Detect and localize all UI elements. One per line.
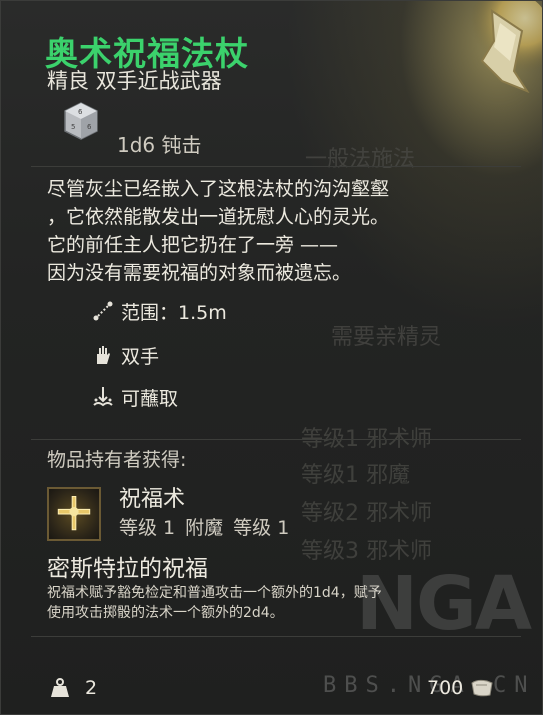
price-value: 700	[427, 677, 464, 699]
item-description: 尽管灰尘已经嵌入了这根法杖的沟沟壑壑 ，它依然能散发出一道抚慰人心的灵光。 它的…	[47, 175, 517, 287]
spell-level: 等级 1	[119, 517, 176, 539]
damage-label: 1d6 钝击	[117, 133, 202, 157]
item-subtitle: 精良 双手近战武器	[47, 69, 222, 93]
spell-name: 祝福术	[119, 487, 186, 512]
cross-icon	[57, 495, 91, 531]
price: 700	[427, 677, 495, 699]
weight-icon	[51, 678, 69, 697]
property-range[interactable]: 范围：1.5m	[91, 297, 227, 325]
weight-value: 2	[85, 677, 98, 699]
divider	[31, 439, 521, 440]
ghost-text: 等级2 邪术师	[301, 501, 432, 526]
property-label: 可蘸取	[121, 387, 179, 410]
item-tooltip: 一般法施法 需要亲精灵 等级1 邪术师 等级1 邪魔 等级2 邪术师 等级3 邪…	[0, 0, 543, 715]
watermark-logo: NGA	[356, 561, 532, 647]
property-label: 范围：1.5m	[121, 301, 227, 324]
two-hand-icon	[97, 346, 110, 364]
property-dip[interactable]: 可蘸取	[91, 383, 178, 411]
spell-school: 附魔	[185, 517, 224, 539]
spell-level-2: 等级 1	[233, 517, 290, 539]
divider	[31, 636, 521, 637]
svg-text:6: 6	[87, 123, 92, 131]
property-two-handed[interactable]: 双手	[91, 341, 159, 369]
bless-spell-icon[interactable]	[47, 487, 101, 541]
description-line: ，它依然能散发出一道抚慰人心的灵光。	[47, 206, 390, 228]
ghost-text: 需要亲精灵	[331, 325, 442, 350]
dice-icon: 6 5 6	[64, 102, 98, 140]
ghost-text: 等级1 邪术师	[301, 427, 432, 452]
ghost-text: 一般法施法	[305, 147, 416, 172]
description-line: 尽管灰尘已经嵌入了这根法杖的沟沟壑壑	[47, 178, 390, 200]
svg-text:6: 6	[78, 108, 83, 116]
dip-icon	[93, 387, 113, 407]
ghost-text: 等级1 邪魔	[301, 463, 410, 488]
svg-text:5: 5	[71, 123, 75, 131]
description-line: 因为没有需要祝福的对象而被遗忘。	[47, 262, 352, 284]
gold-icon	[471, 679, 493, 697]
passive-title: 密斯特拉的祝福	[47, 556, 208, 582]
staff-head-icon	[462, 1, 542, 94]
property-label: 双手	[121, 345, 160, 368]
spell-level-row: 等级 1 附魔 等级 1	[119, 513, 299, 540]
divider	[31, 166, 521, 167]
range-icon	[93, 301, 113, 321]
description-line: 它的前任主人把它扔在了一旁 ——	[47, 234, 339, 256]
weight: 2	[49, 677, 97, 699]
holder-gains-label: 物品持有者获得:	[47, 449, 187, 471]
